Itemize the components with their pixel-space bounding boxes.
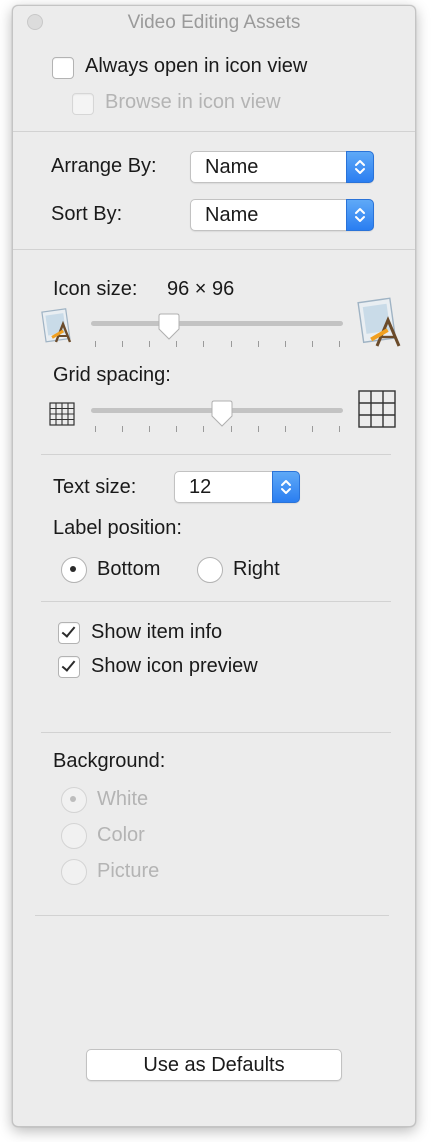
background-label: Background: [53,750,166,772]
separator [41,732,391,733]
label-position-right-radio[interactable] [197,557,223,583]
sort-by-value: Name [205,204,259,226]
text-size-popup[interactable]: 12 [174,471,300,503]
icon-size-value: 96 × 96 [167,278,235,300]
title-bar: Video Editing Assets [13,6,415,38]
background-white-radio[interactable] [61,787,87,813]
view-options-window: Video Editing Assets Always open in icon… [12,5,416,1127]
browse-icon-view-label: Browse in icon view [105,91,281,113]
slider-tick [339,426,340,432]
slider-tick [284,426,286,432]
slider-tick [257,341,259,347]
window-title: Video Editing Assets [127,12,301,33]
arrange-by-value: Name [205,156,259,178]
slider-tick [149,341,151,347]
separator [13,131,415,132]
slider-tick [284,341,286,347]
show-item-info-checkbox[interactable] [58,622,80,644]
use-as-defaults-button[interactable]: Use as Defaults [86,1049,342,1081]
show-item-info-label: Show item info [91,621,223,643]
arrange-by-popup[interactable]: Name [190,151,374,183]
slider-tick [176,426,178,432]
sort-by-label: Sort By: [51,203,123,225]
show-icon-preview-label: Show icon preview [91,655,258,677]
app-icon-large [357,296,405,355]
label-position-right-label: Right [233,558,280,580]
background-picture-label: Picture [97,860,160,882]
slider-tick [95,426,96,432]
slider-tick [203,341,205,347]
show-icon-preview-checkbox[interactable] [58,656,80,678]
popup-arrows-icon [346,199,374,231]
popup-arrows-icon [346,151,374,183]
arrange-by-label: Arrange By: [51,155,157,177]
icon-size-slider-track[interactable] [91,321,343,326]
grid-spacing-slider-knob[interactable] [210,400,234,428]
separator [13,249,415,250]
background-white-label: White [97,788,149,810]
background-color-label: Color [97,824,145,846]
slider-tick [257,426,259,432]
slider-tick [311,341,313,347]
label-position-bottom-label: Bottom [97,558,161,580]
grid-large-icon [358,390,396,433]
always-open-icon-view-checkbox[interactable] [52,57,74,79]
slider-tick [149,426,151,432]
popup-arrows-icon [272,471,300,503]
slider-tick [230,341,232,347]
slider-tick [95,341,96,347]
slider-tick [311,426,313,432]
label-position-bottom-radio[interactable] [61,557,87,583]
icon-size-slider-knob[interactable] [157,313,181,341]
browse-icon-view-checkbox[interactable] [72,93,94,115]
sort-by-popup[interactable]: Name [190,199,374,231]
separator [41,454,391,455]
text-size-label: Text size: [53,476,137,498]
background-color-radio[interactable] [61,823,87,849]
text-size-value: 12 [189,476,212,498]
slider-tick [122,426,124,432]
app-icon-small [41,306,75,351]
always-open-icon-view-label: Always open in icon view [85,55,308,77]
slider-tick [122,341,124,347]
background-picture-radio[interactable] [61,859,87,885]
slider-tick [176,341,178,347]
label-position-label: Label position: [53,517,182,539]
separator [35,915,389,916]
grid-small-icon [49,402,75,431]
icon-size-label: Icon size: [53,278,138,300]
slider-tick [203,426,205,432]
grid-spacing-label: Grid spacing: [53,364,171,386]
separator [41,601,391,602]
slider-tick [339,341,340,347]
